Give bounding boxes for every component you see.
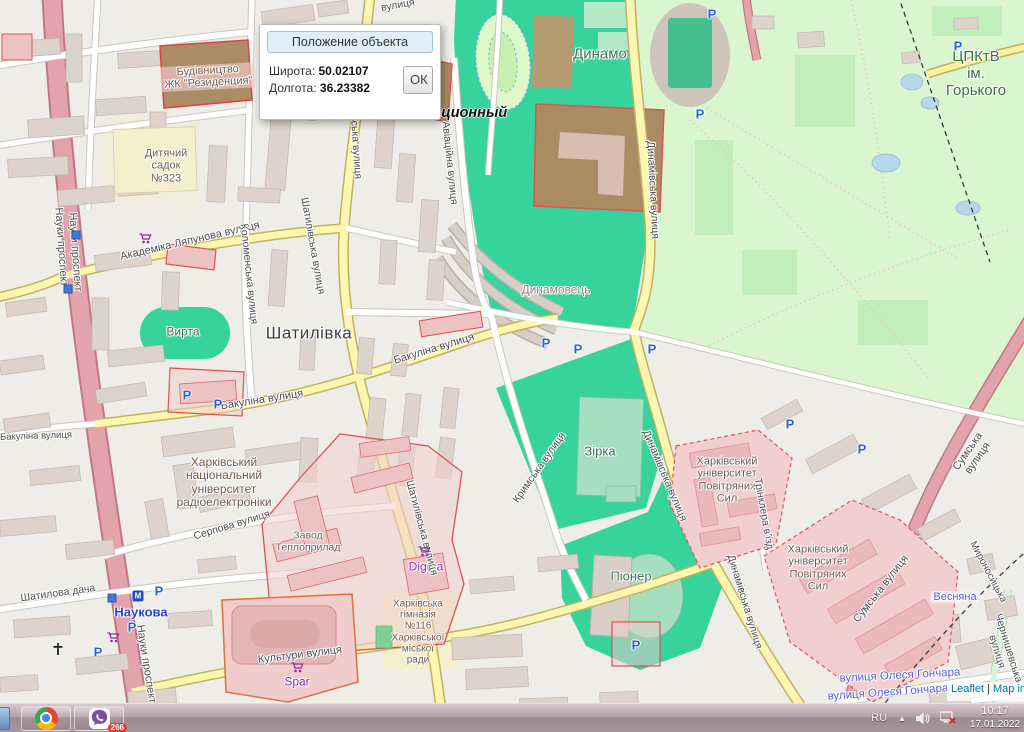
viber-unread-badge: 266 xyxy=(108,723,127,732)
language-indicator[interactable]: RU xyxy=(871,712,887,724)
cart-icon xyxy=(139,231,152,249)
bus-icon xyxy=(72,231,81,240)
tray-expand-arrow-icon[interactable]: ▲ xyxy=(898,714,906,723)
cart-icon xyxy=(418,544,431,562)
longitude-value: 36.23382 xyxy=(320,81,370,95)
chrome-taskbar-button[interactable] xyxy=(21,706,71,731)
latitude-row: Широта: 50.02107 xyxy=(269,64,399,78)
speaker-icon[interactable] xyxy=(916,712,930,725)
chrome-icon xyxy=(35,707,58,730)
taskbar: 266 RU ▲ 10:17 17.01.2022 xyxy=(0,703,1024,732)
bus-icon xyxy=(108,594,117,603)
viber-taskbar-button[interactable]: 266 xyxy=(74,706,124,731)
map-info-link[interactable]: Map info xyxy=(993,683,1024,695)
latitude-value: 50.02107 xyxy=(319,64,369,78)
map-attribution: Leaflet | Map info xyxy=(947,682,1024,701)
clock-date: 17.01.2022 xyxy=(970,719,1020,732)
construction-residence xyxy=(160,40,252,108)
leaflet-link[interactable]: Leaflet xyxy=(951,683,984,695)
background-window-edge[interactable] xyxy=(0,707,10,730)
bus-icon xyxy=(64,285,73,294)
coords-popup: Положение объекта Широта: 50.02107 Долго… xyxy=(259,24,441,120)
desktop: ДинамоЦПКтВ ім. ГорькогоБудівництво ЖК "… xyxy=(0,0,1024,732)
metro-icon: М xyxy=(133,591,144,602)
popup-title: Положение объекта xyxy=(267,31,433,53)
map-graphics xyxy=(0,0,1024,703)
longitude-row: Долгота: 36.23382 xyxy=(269,81,399,95)
clock-time: 10:17 xyxy=(970,705,1020,719)
viber-icon xyxy=(88,707,111,730)
cart-icon xyxy=(107,630,120,648)
cross-icon xyxy=(54,642,63,660)
network-icon[interactable] xyxy=(940,711,957,725)
ok-button[interactable]: ОК xyxy=(403,66,433,94)
map-canvas[interactable]: ДинамоЦПКтВ ім. ГорькогоБудівництво ЖК "… xyxy=(0,0,1024,703)
taskbar-clock[interactable]: 10:17 17.01.2022 xyxy=(970,705,1020,731)
cart-icon xyxy=(291,660,304,678)
zirka-pitch xyxy=(576,397,643,497)
